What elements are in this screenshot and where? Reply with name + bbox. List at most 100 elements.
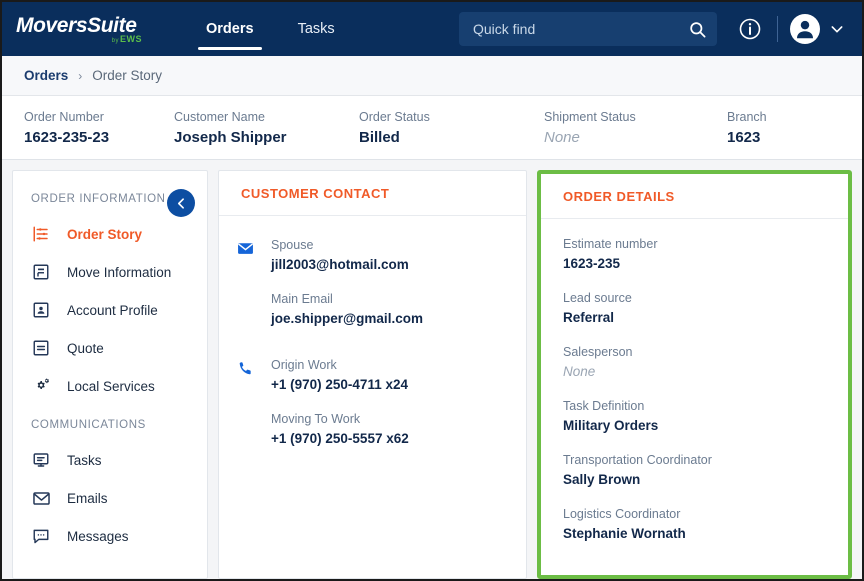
- breadcrumb-current: Order Story: [92, 68, 162, 83]
- contact-field-main-email: Main Email joe.shipper@gmail.com: [271, 290, 423, 328]
- detail-task-definition-value: Military Orders: [563, 416, 848, 435]
- contact-field-spouse-label: Spouse: [271, 236, 423, 254]
- sidebar-item-tasks[interactable]: Tasks: [13, 441, 207, 479]
- quote-icon: [31, 339, 51, 357]
- detail-lead-source-label: Lead source: [563, 289, 848, 307]
- summary-order-status: Order Status Billed: [359, 108, 544, 148]
- detail-logistics-coordinator-label: Logistics Coordinator: [563, 505, 848, 523]
- order-details-body: Estimate number 1623-235 Lead source Ref…: [541, 219, 848, 559]
- detail-estimate-number-value: 1623-235: [563, 254, 848, 273]
- sidebar: ORDER INFORMATION Order Story: [12, 170, 208, 579]
- detail-transportation-coordinator-label: Transportation Coordinator: [563, 451, 848, 469]
- tab-tasks[interactable]: Tasks: [276, 2, 357, 56]
- sidebar-item-order-story[interactable]: Order Story: [13, 215, 207, 253]
- toolbar-divider: [777, 16, 778, 42]
- order-story-icon: [31, 225, 51, 243]
- customer-contact-panel: CUSTOMER CONTACT Spouse jill2003@hotmail…: [218, 170, 527, 579]
- search-icon[interactable]: [688, 20, 707, 39]
- gears-icon: [31, 377, 51, 396]
- order-details-panel: ORDER DETAILS Estimate number 1623-235 L…: [541, 174, 848, 575]
- contact-email-fields: Spouse jill2003@hotmail.com Main Email j…: [271, 230, 423, 344]
- search-input[interactable]: [473, 21, 688, 37]
- detail-lead-source-value: Referral: [563, 308, 848, 327]
- top-navigation-bar: MoversSuite by EWS Orders Tasks: [2, 2, 862, 56]
- summary-shipment-status-label: Shipment Status: [544, 108, 727, 126]
- contact-field-moving-to-work: Moving To Work +1 (970) 250-5557 x62: [271, 410, 409, 448]
- contact-field-moving-to-work-value[interactable]: +1 (970) 250-5557 x62: [271, 429, 409, 448]
- sidebar-item-emails[interactable]: Emails: [13, 479, 207, 517]
- tasks-icon: [31, 451, 51, 469]
- content-area: ORDER INFORMATION Order Story: [2, 160, 862, 579]
- contact-phone-group: Origin Work +1 (970) 250-4711 x24 Moving…: [219, 350, 526, 464]
- contact-field-origin-work-value[interactable]: +1 (970) 250-4711 x24: [271, 375, 409, 394]
- summary-shipment-status: Shipment Status None: [544, 108, 727, 148]
- sidebar-item-account-profile[interactable]: Account Profile: [13, 291, 207, 329]
- contact-field-main-email-value[interactable]: joe.shipper@gmail.com: [271, 309, 423, 328]
- app-logo[interactable]: MoversSuite by EWS: [16, 15, 148, 44]
- sidebar-item-order-story-label: Order Story: [67, 227, 142, 242]
- contact-field-origin-work: Origin Work +1 (970) 250-4711 x24: [271, 356, 409, 394]
- main-nav-tabs: Orders Tasks: [184, 2, 357, 56]
- envelope-icon: [237, 230, 271, 344]
- sidebar-item-account-profile-label: Account Profile: [67, 303, 158, 318]
- sidebar-section-communications: COMMUNICATIONS: [13, 405, 207, 441]
- sidebar-item-local-services-label: Local Services: [67, 379, 155, 394]
- breadcrumb: Orders › Order Story: [2, 56, 862, 96]
- contact-email-group: Spouse jill2003@hotmail.com Main Email j…: [219, 230, 526, 344]
- detail-salesperson-value: None: [563, 362, 848, 381]
- order-details-title: ORDER DETAILS: [541, 174, 848, 219]
- sidebar-item-move-information-label: Move Information: [67, 265, 171, 280]
- detail-estimate-number-label: Estimate number: [563, 235, 848, 253]
- contact-field-main-email-label: Main Email: [271, 290, 423, 308]
- summary-branch: Branch 1623: [727, 108, 767, 148]
- detail-task-definition-label: Task Definition: [563, 397, 848, 415]
- move-information-icon: [31, 263, 51, 281]
- account-profile-icon: [31, 301, 51, 319]
- order-details-highlight: ORDER DETAILS Estimate number 1623-235 L…: [537, 170, 852, 579]
- detail-logistics-coordinator-value: Stephanie Wornath: [563, 524, 848, 543]
- sidebar-item-messages[interactable]: Messages: [13, 517, 207, 555]
- contact-phone-fields: Origin Work +1 (970) 250-4711 x24 Moving…: [271, 350, 409, 464]
- tab-tasks-label: Tasks: [298, 21, 335, 37]
- message-bubble-icon: [31, 527, 51, 545]
- detail-lead-source: Lead source Referral: [563, 289, 848, 327]
- user-avatar-icon[interactable]: [790, 14, 820, 44]
- detail-task-definition: Task Definition Military Orders: [563, 397, 848, 435]
- sidebar-item-emails-label: Emails: [67, 491, 108, 506]
- sidebar-item-quote-label: Quote: [67, 341, 104, 356]
- summary-shipment-status-value: None: [544, 128, 727, 148]
- detail-transportation-coordinator-value: Sally Brown: [563, 470, 848, 489]
- summary-order-status-value: Billed: [359, 128, 544, 148]
- envelope-icon: [31, 489, 51, 508]
- quick-find-container[interactable]: [459, 12, 717, 46]
- summary-order-status-label: Order Status: [359, 108, 544, 126]
- contact-field-origin-work-label: Origin Work: [271, 356, 409, 374]
- order-summary-bar: Order Number 1623-235-23 Customer Name J…: [2, 96, 862, 160]
- summary-branch-label: Branch: [727, 108, 767, 126]
- summary-branch-value: 1623: [727, 128, 767, 148]
- breadcrumb-orders[interactable]: Orders: [24, 68, 68, 83]
- sidebar-collapse-button[interactable]: [167, 189, 195, 217]
- summary-customer-name-label: Customer Name: [174, 108, 359, 126]
- info-icon[interactable]: [733, 12, 767, 46]
- logo-brand-text: EWS: [120, 34, 142, 44]
- tab-orders[interactable]: Orders: [184, 2, 276, 56]
- chevron-down-icon[interactable]: [824, 14, 850, 44]
- tab-orders-label: Orders: [206, 21, 254, 37]
- contact-field-spouse-value[interactable]: jill2003@hotmail.com: [271, 255, 423, 274]
- breadcrumb-separator: ›: [78, 69, 82, 83]
- detail-estimate-number: Estimate number 1623-235: [563, 235, 848, 273]
- contact-field-moving-to-work-label: Moving To Work: [271, 410, 409, 428]
- sidebar-item-quote[interactable]: Quote: [13, 329, 207, 367]
- sidebar-item-move-information[interactable]: Move Information: [13, 253, 207, 291]
- sidebar-item-messages-label: Messages: [67, 529, 129, 544]
- top-bar-right-group: [459, 2, 850, 56]
- detail-logistics-coordinator: Logistics Coordinator Stephanie Wornath: [563, 505, 848, 543]
- sidebar-item-local-services[interactable]: Local Services: [13, 367, 207, 405]
- detail-transportation-coordinator: Transportation Coordinator Sally Brown: [563, 451, 848, 489]
- detail-salesperson: Salesperson None: [563, 343, 848, 381]
- detail-salesperson-label: Salesperson: [563, 343, 848, 361]
- sidebar-item-tasks-label: Tasks: [67, 453, 102, 468]
- phone-icon: [237, 350, 271, 464]
- logo-by-text: by: [112, 38, 119, 44]
